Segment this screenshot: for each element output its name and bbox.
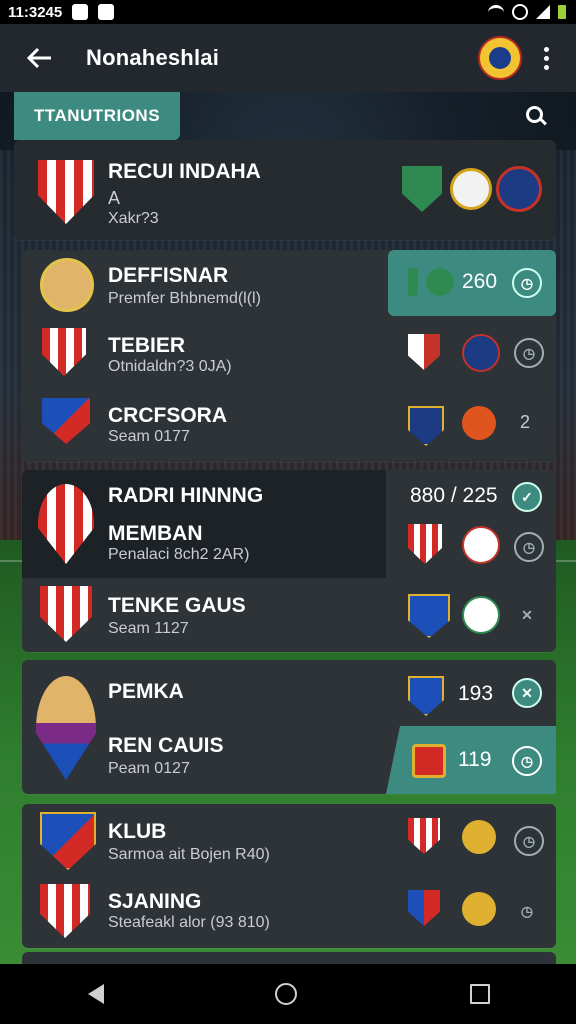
action-button[interactable]: ◷ [514,532,544,562]
team-subtitle: Xakr?3 [108,210,159,227]
status-bar: 11:3245 [0,0,576,24]
back-button[interactable] [12,30,68,86]
team-name: RECUI INDAHA [108,160,261,183]
badge-icon [408,524,442,564]
match-score: 193 [458,682,494,705]
action-button[interactable]: ✓ [512,482,542,512]
dot-icon [543,64,549,70]
badge-icon [462,526,500,564]
team-subtitle: Sarmoa ait Bojen R40) [108,846,270,863]
team-name: TEBIER [108,334,186,357]
badge-icon [408,818,440,854]
team-subtitle: Penalaci 8ch2 2AR) [108,546,250,563]
team-name: RADRI HINNNG [108,484,264,507]
action-button[interactable]: ◷ [514,826,544,856]
player-avatar [40,258,94,312]
page-title: Nonaheshlai [86,45,220,70]
fixture-card[interactable]: RADRI HINNNG 880 / 225 ✓ MEMBAN Penalaci… [22,470,556,652]
overflow-menu-button[interactable] [522,30,570,86]
wifi-icon [488,4,504,20]
team-crest [42,328,86,376]
team-subtitle: Otnidaldn?3 0JA) [108,358,232,375]
club-crest-icon [489,47,511,69]
gallery-icon [98,4,115,20]
team-crest [38,160,94,224]
badge-icon [408,334,440,370]
team-name: MEMBAN [108,522,203,545]
nav-recents-button[interactable] [469,984,490,1004]
battery-icon [558,5,566,19]
match-score: 260 [462,270,498,293]
team-name: CRCFSORA [108,404,227,427]
status-time: 11:3245 [8,3,63,21]
team-card[interactable]: RECUI INDAHA A Xakr?3 [14,140,556,240]
badge-icon [408,890,440,926]
star-badge-icon [412,744,446,778]
close-icon[interactable]: ✕ [514,602,540,628]
badge-icon [402,166,442,212]
badge-icon [450,168,492,210]
action-button[interactable]: ◷ [514,338,544,368]
player-name: REN CAUIS [108,734,224,757]
fixture-card[interactable]: DEFFISNAR Premfer Bhbnemd(l(l) 260 ◷ TEB… [22,250,556,462]
search-button[interactable] [522,102,550,130]
fixture-card[interactable]: KLUB Sarmoa ait Bojen R40) ◷ SJANING Ste… [22,804,556,948]
badge-icon [408,676,444,716]
badge-icon [462,820,496,854]
player-subtitle: Premfer Bhbnemd(l(l) [108,290,261,307]
badge-icon [462,892,496,926]
team-name: SJANING [108,890,202,913]
match-score: 880 / 225 [410,484,498,507]
dot-icon [543,46,549,52]
app-bar: Nonaheshlai [0,24,576,92]
badge-icon [408,594,450,638]
club-logo[interactable] [478,36,522,80]
system-navigation-bar [0,964,576,1024]
badge-icon [462,596,500,634]
action-button[interactable]: ◷ [512,746,542,776]
tab-transitions[interactable]: TTANUTRIONS [14,92,180,140]
team-name: KLUB [108,820,167,843]
action-button[interactable]: ✕ [512,678,542,708]
player-name: PEMKA [108,680,184,703]
badge-icon [462,406,496,440]
dot-icon [543,55,549,61]
team-subtitle: Seam 0177 [108,428,190,445]
alarm-icon [512,4,528,20]
badge-icon [496,166,542,212]
team-name: TENKE GAUS [108,594,246,617]
tab-row: TTANUTRIONS [14,92,556,140]
badge-icon [426,268,454,296]
team-crest [40,586,92,642]
team-crest [42,398,90,444]
team-subtitle: Steafeakl alor (93 810) [108,914,270,931]
notification-icon [72,4,89,20]
signal-icon [536,5,550,19]
badge-icon [408,406,444,446]
action-count[interactable]: 2 [520,412,530,433]
action-button[interactable]: ◷ [512,268,542,298]
nav-home-button[interactable] [274,983,297,1005]
player-subtitle: Peam 0127 [108,760,190,777]
action-button[interactable]: ◷ [514,898,540,924]
team-subtitle: Seam 1127 [108,620,189,637]
nav-back-button[interactable] [86,984,105,1004]
team-crest [40,812,96,870]
badge-icon [462,334,500,372]
bottle-icon [408,268,418,296]
team-crest [40,884,90,938]
player-crest [36,676,96,780]
team-line: A [108,188,121,208]
fixture-card[interactable] [22,952,556,964]
player-name: DEFFISNAR [108,264,229,287]
fixture-card[interactable]: PEMKA 193 ✕ REN CAUIS Peam 0127 119 ◷ [22,660,556,794]
arrow-left-icon [27,47,51,69]
match-score: 119 [458,748,492,771]
